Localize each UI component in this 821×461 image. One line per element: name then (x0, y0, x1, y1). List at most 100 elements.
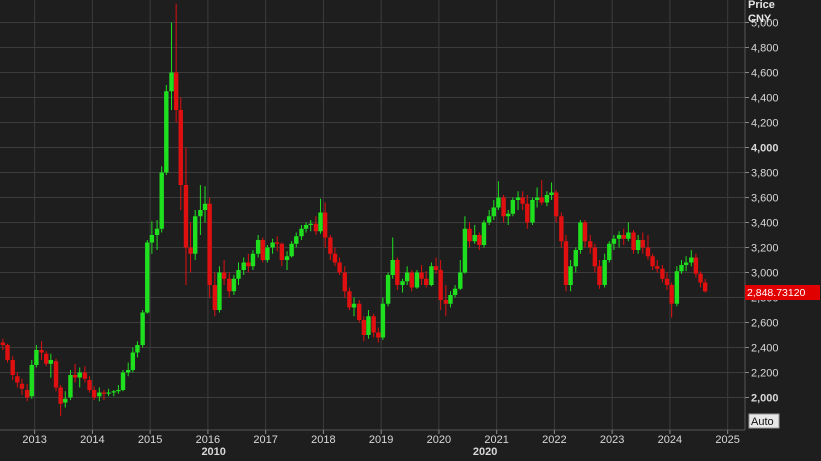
candle-body (655, 266, 660, 269)
decade-label: 2020 (473, 446, 497, 456)
candle-body (486, 216, 492, 223)
candle-body (231, 278, 237, 292)
candle-body (452, 288, 458, 295)
candle-body (702, 282, 708, 292)
candle-body (10, 360, 15, 375)
candle (217, 266, 222, 313)
candle-body (433, 266, 439, 270)
candle (607, 241, 612, 263)
candle-body (212, 285, 218, 310)
candle-body (149, 235, 155, 243)
auto-scale-label[interactable]: Auto (751, 416, 774, 428)
candle-body (58, 387, 63, 404)
y-tick-label: 2,200 (751, 368, 779, 380)
candle-body (270, 242, 275, 248)
candle-body (404, 272, 410, 282)
candle (563, 235, 569, 292)
y-tick-label: 3,000 (751, 268, 779, 280)
candle-body (145, 242, 150, 313)
x-tick-label: 2019 (369, 434, 393, 446)
y-tick-label: 3,600 (751, 193, 779, 205)
decade-label: 2010 (201, 446, 225, 456)
candle-body (5, 345, 10, 360)
y-tick-label: 2,600 (751, 318, 779, 330)
candle-body (645, 247, 651, 257)
candle (380, 297, 386, 340)
candle-body (135, 345, 140, 353)
candle-body (250, 253, 256, 267)
y-tick-label: 4,200 (751, 118, 779, 130)
x-tick-label: 2014 (80, 434, 104, 446)
x-tick-label: 2023 (600, 434, 624, 446)
candle-body (159, 172, 164, 229)
candle-body (164, 91, 169, 173)
candle-body (342, 272, 347, 292)
candle-body (217, 272, 222, 310)
y-tick-label: 4,000 (751, 143, 779, 155)
candle-body (116, 390, 121, 392)
x-tick-label: 2025 (715, 434, 739, 446)
candle-body (462, 228, 468, 273)
candle-body (265, 247, 270, 260)
candle-body (640, 240, 645, 248)
candle-body (448, 295, 453, 304)
candle-body (275, 242, 280, 244)
candle-body (0, 342, 6, 345)
x-tick-label: 2015 (138, 434, 162, 446)
candle-body (409, 272, 414, 288)
x-tick-label: 2017 (253, 434, 277, 446)
candle-body (477, 235, 482, 245)
candle-body (82, 372, 88, 379)
candle (260, 237, 265, 263)
candle (265, 245, 270, 263)
candle-body (15, 376, 20, 383)
candle-body (602, 260, 607, 285)
candle-body (635, 240, 641, 250)
y-tick-label: 2,000 (751, 393, 779, 405)
candle (578, 220, 583, 254)
candle-body (573, 250, 578, 267)
candle-body (183, 185, 189, 248)
candle (207, 197, 212, 298)
candle-body (48, 360, 54, 364)
candle-body (553, 192, 559, 217)
candle-body (429, 266, 434, 285)
y-tick-label: 2,400 (751, 343, 779, 355)
y-axis-title-price: Price (748, 0, 775, 11)
candle (674, 266, 680, 307)
candle-body (371, 316, 376, 333)
candle-body (361, 320, 367, 335)
candle-body (660, 268, 665, 279)
candle-body (467, 228, 472, 242)
candle-body (385, 275, 391, 304)
x-tick-label: 2020 (427, 434, 451, 446)
candle-body (24, 390, 30, 398)
candle-body (227, 278, 232, 292)
candle-body (506, 213, 511, 217)
candle-body (154, 228, 160, 235)
candle-body (294, 236, 299, 244)
candle-body (130, 352, 136, 370)
candle-body (530, 200, 535, 223)
candle-body (178, 110, 183, 185)
candle-body (534, 197, 540, 200)
candle-body (683, 262, 689, 265)
auto-scale-button[interactable]: Auto (748, 413, 780, 429)
candle-body (328, 237, 333, 254)
candle-body (322, 212, 328, 238)
candle (29, 360, 34, 399)
candle-body (400, 281, 405, 285)
candle (159, 166, 164, 233)
candle-body (260, 240, 265, 260)
y-tick-label: 3,400 (751, 218, 779, 230)
candle-body (198, 210, 203, 217)
candle-body (621, 235, 626, 239)
x-tick-label: 2021 (484, 434, 508, 446)
candle-body (91, 390, 97, 398)
candle-body (698, 273, 703, 283)
candle-body (472, 235, 477, 242)
candle-body (390, 260, 395, 275)
candle-body (520, 197, 525, 204)
candle (481, 220, 487, 248)
candle-body (308, 223, 313, 225)
